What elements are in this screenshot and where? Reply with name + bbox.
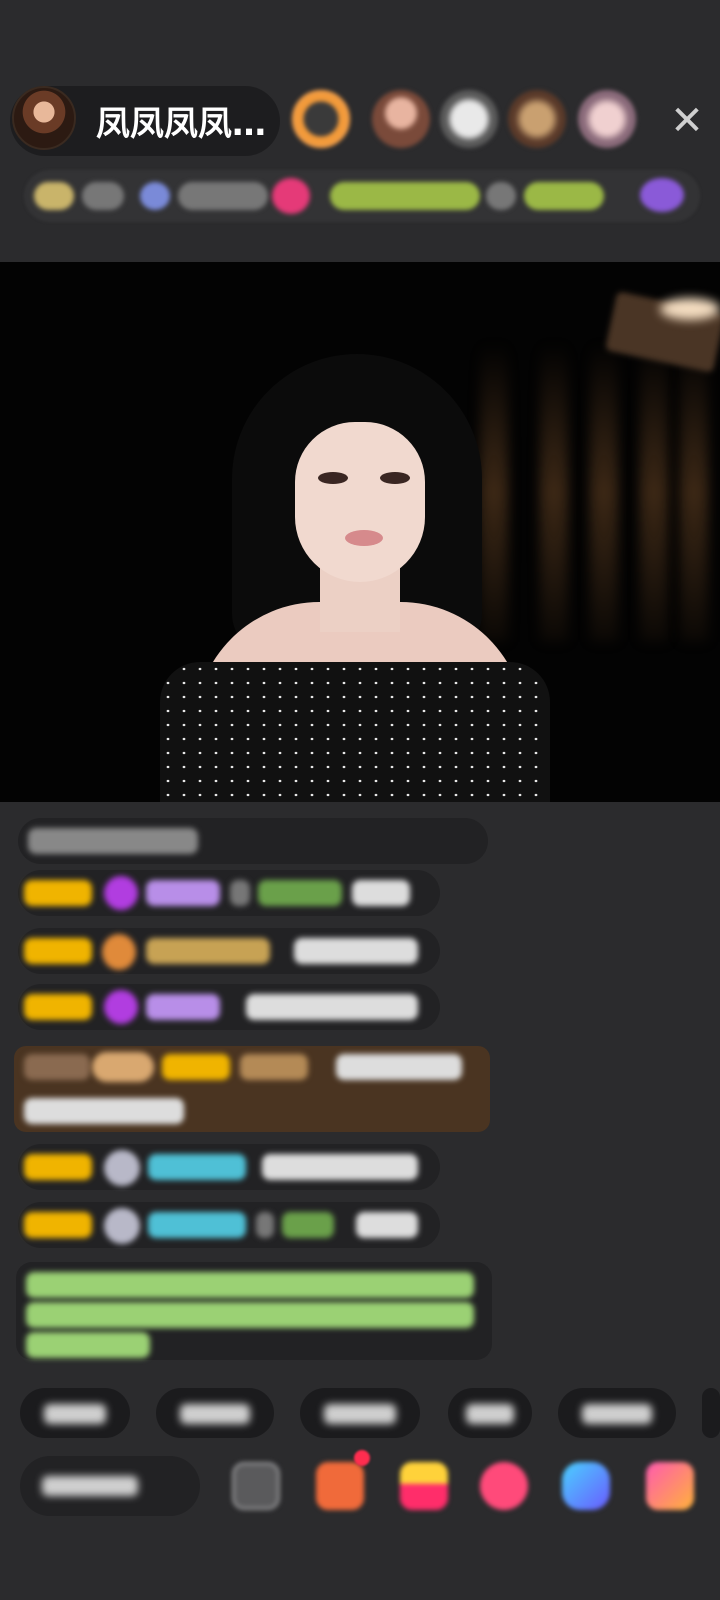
gift-icon [92,1052,154,1082]
quick-reply-text [44,1404,106,1424]
username [282,1212,334,1238]
streamer-face [295,422,425,582]
level-badge [24,994,92,1020]
fan-club-icon [102,934,136,970]
notice-text [26,1332,150,1358]
chat-input-placeholder [42,1476,138,1496]
user-avatar [104,1208,140,1244]
curtain-light [590,342,618,642]
level-badge [24,1212,92,1238]
streamer-eye [318,472,348,484]
host-name[interactable]: 凤凤凤凤… [96,96,266,145]
viewer-avatar[interactable] [292,90,350,148]
chat-text [356,1212,418,1238]
quick-reply-text [324,1404,396,1424]
username [146,880,220,906]
viewer-avatar[interactable] [372,90,430,148]
chat-text [28,828,198,854]
level-badge [162,1054,230,1080]
close-icon[interactable]: ✕ [664,98,710,144]
more-info-icon[interactable] [640,178,684,212]
curtain-light [680,342,708,642]
chat-text [230,880,250,906]
hourly-rank-icon[interactable] [140,182,170,210]
chat-text [24,1098,184,1124]
curtain-light [640,342,668,642]
viewer-avatar[interactable] [440,90,498,148]
notice-text [26,1272,474,1298]
level-badge [24,938,92,964]
host-avatar[interactable] [12,86,76,150]
username [258,880,342,906]
viewer-avatar[interactable] [578,90,636,148]
level-badge [24,880,92,906]
user-avatar [104,1150,140,1186]
chat-text [294,938,418,964]
lamp-glow [660,298,720,320]
chat-text [352,880,410,906]
viewer-avatar[interactable] [508,90,566,148]
hourly-rank [178,182,268,210]
hot-count [82,182,124,210]
diamond-icon [104,876,138,910]
username [240,1054,308,1080]
grid-more-icon[interactable] [646,1462,694,1510]
chat-text [256,1212,274,1238]
heart-icon[interactable] [480,1462,528,1510]
notification-dot [354,1450,370,1466]
curtain-light [480,342,508,642]
quick-reply-text [466,1404,514,1424]
username [148,1154,246,1180]
curtain-light [540,342,568,642]
quick-reply-text [582,1404,652,1424]
chat-text [246,994,418,1020]
emoji-icon[interactable] [232,1462,280,1510]
pk-icon[interactable] [272,178,310,214]
gift-box-icon[interactable] [316,1462,364,1510]
announcement-green-2 [524,182,604,210]
vip-badge [24,1054,90,1080]
streamer-lips [345,530,383,546]
chat-text [262,1154,418,1180]
username [148,1212,246,1238]
gift-bag-icon[interactable] [400,1462,448,1510]
diamond-icon [104,990,138,1024]
live-video[interactable] [0,262,720,802]
game-controller-icon[interactable] [562,1462,610,1510]
announcement-green [330,182,480,210]
username [146,938,270,964]
quick-reply-chip[interactable] [702,1388,720,1438]
streamer-dress [160,662,550,802]
notice-text [26,1302,474,1328]
rank-badge-icon[interactable] [34,182,74,210]
streamer-eye [380,472,410,484]
live-stream-screen: 凤凤凤凤… ✕ [0,0,720,1600]
chat-text [336,1054,462,1080]
quick-reply-text [180,1404,250,1424]
announcement-gray [486,182,516,210]
level-badge [24,1154,92,1180]
username [146,994,220,1020]
